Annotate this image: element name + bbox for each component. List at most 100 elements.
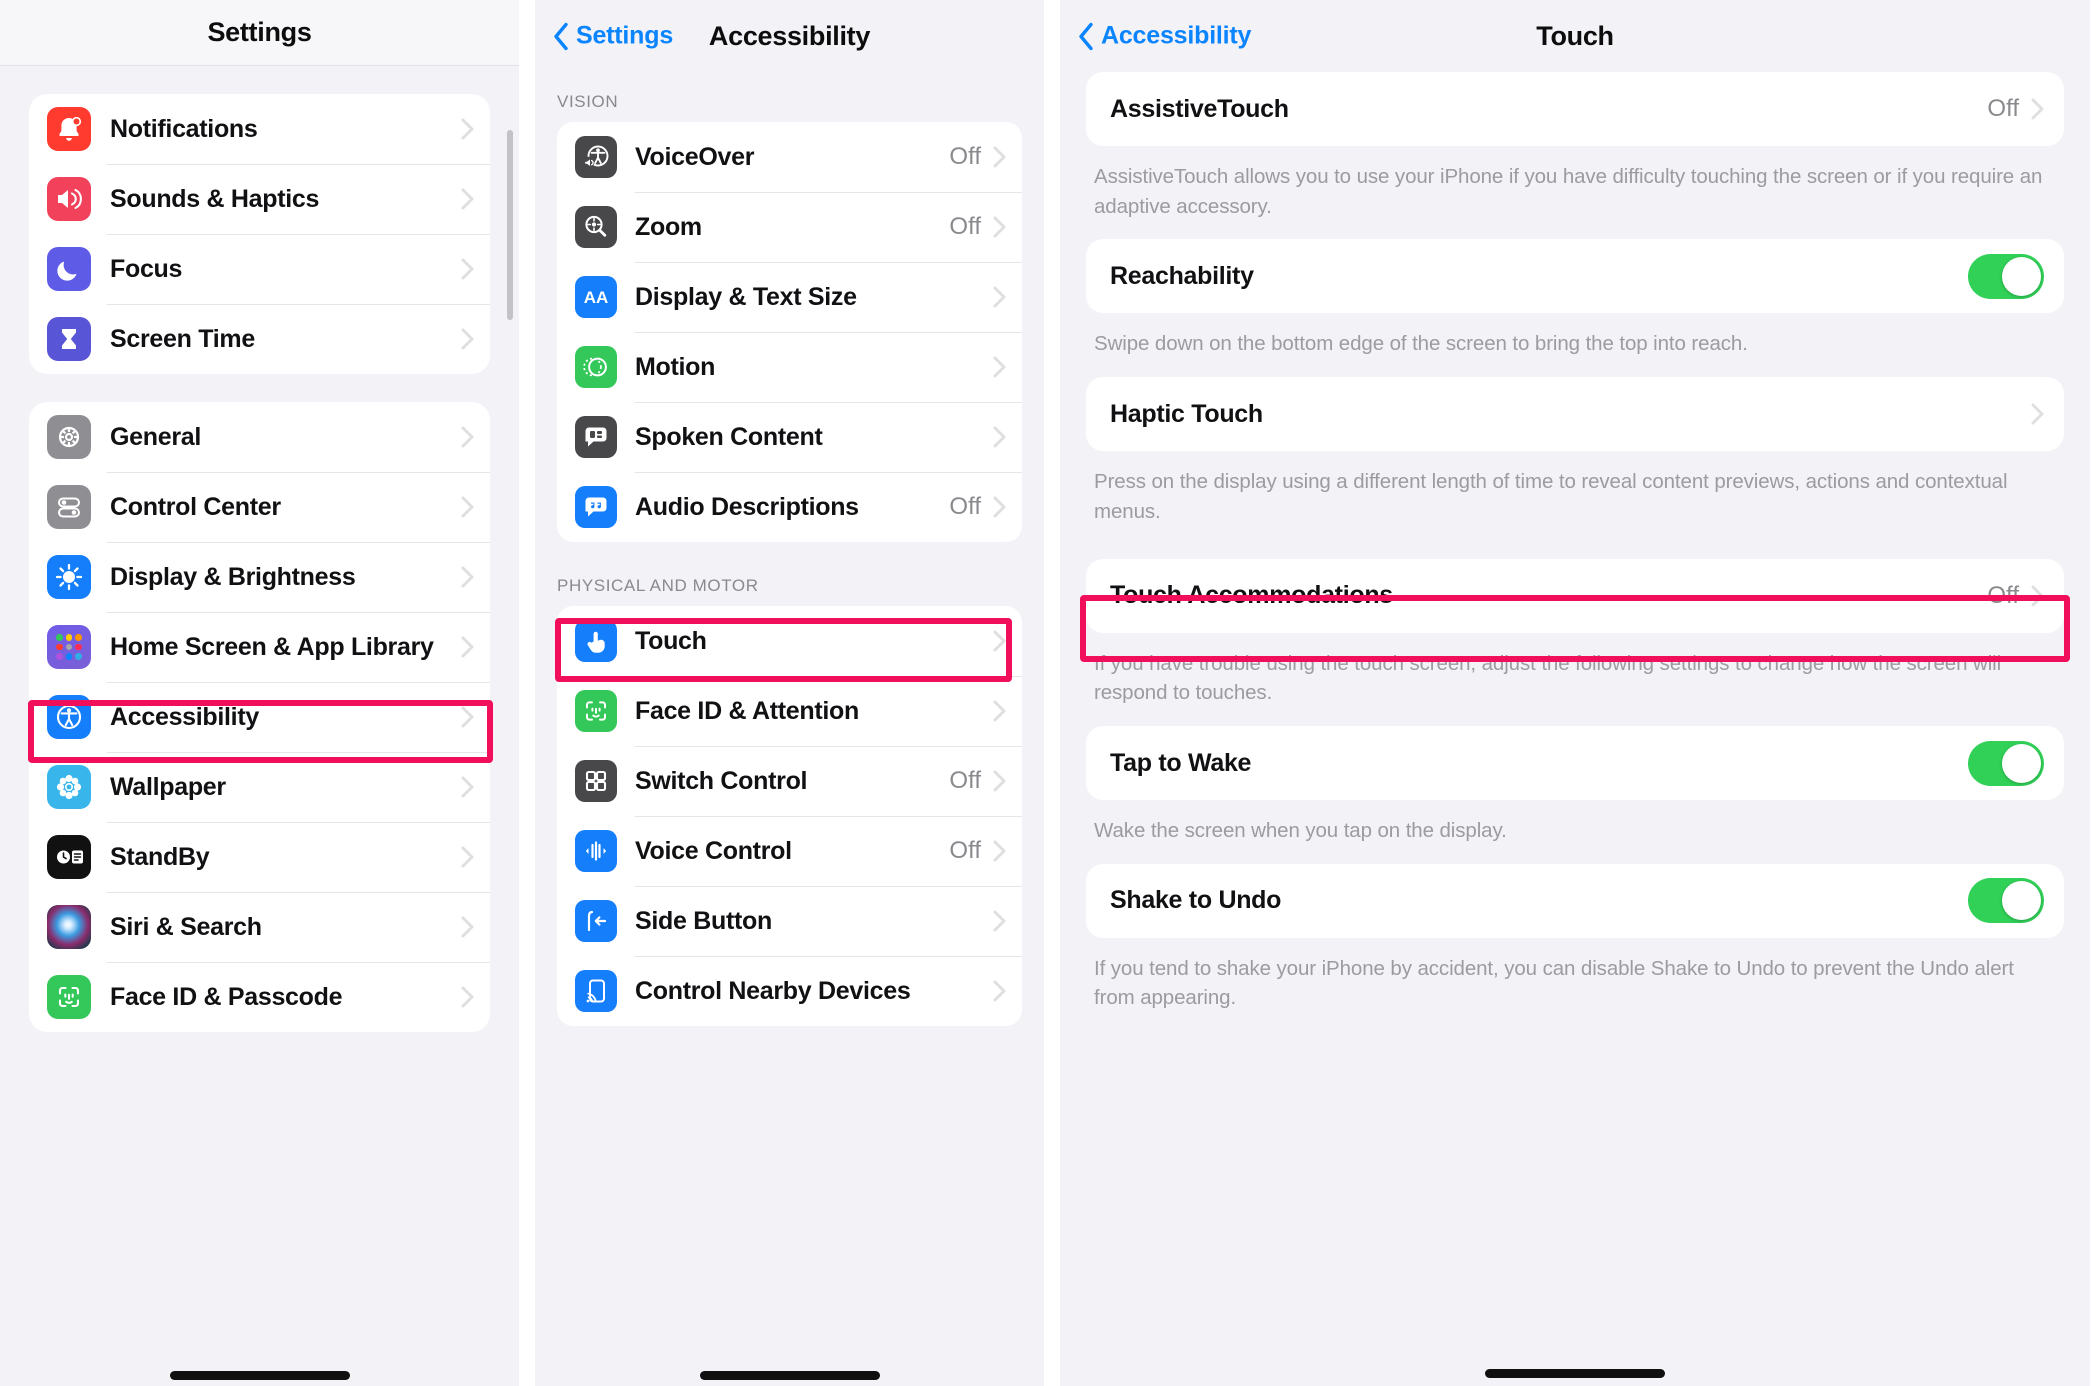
sidebar-item-accessibility[interactable]: Accessibility — [29, 682, 490, 752]
svg-text:AA: AA — [584, 288, 609, 307]
sidebar-item-label: Wallpaper — [110, 772, 226, 801]
chevron-right-icon — [461, 916, 474, 938]
list-item-label: Display & Text Size — [635, 282, 857, 311]
page-title: Touch — [1536, 20, 1614, 51]
list-item-display-text-size[interactable]: AA Display & Text Size — [557, 262, 1022, 332]
accessibility-scroll-body[interactable]: VISION VoiceOver Off Zoom Off AA Display… — [535, 72, 1044, 1386]
focus-icon — [47, 247, 91, 291]
chevron-left-icon — [1078, 22, 1094, 50]
settings-group-2: General Control Center Display & Brightn… — [29, 402, 490, 1032]
scrollbar-indicator[interactable] — [507, 130, 513, 320]
settings-scroll-body[interactable]: Notifications Sounds & Haptics Focus Scr… — [0, 66, 519, 1386]
sounds-haptics-icon — [47, 177, 91, 221]
chevron-right-icon — [461, 776, 474, 798]
section-header-vision: VISION — [557, 92, 619, 111]
sidebar-item-label: Accessibility — [110, 702, 259, 731]
list-item-voice-control[interactable]: Voice Control Off — [557, 816, 1022, 886]
chevron-right-icon — [993, 216, 1006, 238]
back-button-accessibility[interactable]: Accessibility — [1078, 22, 1251, 51]
list-item-switch-control[interactable]: Switch Control Off — [557, 746, 1022, 816]
sidebar-item-siri-search[interactable]: Siri & Search — [29, 892, 490, 962]
toggle-knob — [2002, 881, 2041, 921]
footnote-haptic-touch: Press on the display using a different l… — [1094, 470, 2008, 523]
list-item-touch-accommodations[interactable]: Touch Accommodations Off — [1086, 559, 2064, 633]
control-nearby-devices-icon — [575, 970, 617, 1012]
chevron-right-icon — [461, 496, 474, 518]
chevron-right-icon — [461, 328, 474, 350]
list-item-value: Off — [949, 143, 981, 170]
chevron-right-icon — [993, 146, 1006, 168]
list-item-voiceover[interactable]: VoiceOver Off — [557, 122, 1022, 192]
sidebar-item-display-brightness[interactable]: Display & Brightness — [29, 542, 490, 612]
three-panel-screenshot: Settings Notifications Sounds & Haptics … — [0, 0, 2098, 1386]
sidebar-item-screen-time[interactable]: Screen Time — [29, 304, 490, 374]
section-header-physical-and-motor: PHYSICAL AND MOTOR — [557, 576, 759, 595]
list-item-face-id-attention[interactable]: Face ID & Attention — [557, 676, 1022, 746]
gear-icon — [47, 415, 91, 459]
sidebar-item-wallpaper[interactable]: Wallpaper — [29, 752, 490, 822]
brightness-icon — [47, 555, 91, 599]
sidebar-item-label: Control Center — [110, 492, 281, 521]
list-item-motion[interactable]: Motion — [557, 332, 1022, 402]
reachability-group: Reachability — [1086, 239, 2064, 314]
list-item-zoom[interactable]: Zoom Off — [557, 192, 1022, 262]
sidebar-item-home-screen[interactable]: Home Screen & App Library — [29, 612, 490, 682]
sidebar-item-label: Screen Time — [110, 324, 255, 353]
list-item-label: Haptic Touch — [1110, 399, 1263, 428]
accessibility-navbar: Settings Accessibility — [535, 0, 1044, 72]
sidebar-item-standby[interactable]: StandBy — [29, 822, 490, 892]
chevron-right-icon — [993, 496, 1006, 518]
touch-scroll-body[interactable]: AssistiveTouch Off AssistiveTouch allows… — [1060, 72, 2090, 1386]
home-indicator — [699, 1371, 880, 1380]
list-item-label: VoiceOver — [635, 142, 755, 171]
tap-to-wake-toggle[interactable] — [1968, 740, 2044, 786]
sidebar-item-face-id-passcode[interactable]: Face ID & Passcode — [29, 962, 490, 1032]
footnote-assistivetouch: AssistiveTouch allows you to use your iP… — [1094, 165, 2043, 218]
tap-to-wake-group: Tap to Wake — [1086, 726, 2064, 801]
sidebar-item-notifications[interactable]: Notifications — [29, 94, 490, 164]
side-button-icon — [575, 900, 617, 942]
sidebar-item-general[interactable]: General — [29, 402, 490, 472]
sidebar-item-label: Home Screen & App Library — [110, 632, 434, 661]
back-button-settings[interactable]: Settings — [553, 22, 673, 51]
panel-touch: Accessibility Touch AssistiveTouch Off A… — [1060, 0, 2090, 1386]
list-item-tap-to-wake: Tap to Wake — [1086, 726, 2064, 800]
panel-divider-2 — [1044, 0, 1060, 1386]
sidebar-item-label: Siri & Search — [110, 912, 262, 941]
shake-to-undo-toggle[interactable] — [1968, 878, 2044, 924]
chevron-right-icon — [993, 910, 1006, 932]
list-item-spoken-content[interactable]: Spoken Content — [557, 402, 1022, 472]
back-button-label: Accessibility — [1101, 21, 1252, 50]
list-item-label: Side Button — [635, 906, 772, 935]
sidebar-item-sounds-haptics[interactable]: Sounds & Haptics — [29, 164, 490, 234]
list-item-label: Motion — [635, 352, 716, 381]
spoken-content-icon — [575, 416, 617, 458]
list-item-touch[interactable]: Touch — [557, 606, 1022, 676]
reachability-toggle[interactable] — [1968, 253, 2044, 299]
chevron-right-icon — [461, 636, 474, 658]
sidebar-item-label: StandBy — [110, 842, 210, 871]
settings-group-1: Notifications Sounds & Haptics Focus Scr… — [29, 94, 490, 374]
touch-icon — [575, 620, 617, 662]
sidebar-item-label: Notifications — [110, 114, 258, 143]
chevron-right-icon — [993, 770, 1006, 792]
touch-accommodations-group: Touch Accommodations Off — [1086, 558, 2064, 633]
list-item-assistivetouch[interactable]: AssistiveTouch Off — [1086, 72, 2064, 146]
standby-icon — [47, 835, 91, 879]
notifications-icon — [47, 107, 91, 151]
page-title: Settings — [207, 17, 312, 47]
footnote-shake-to-undo: If you tend to shake your iPhone by acci… — [1094, 956, 2014, 1010]
list-item-audio-descriptions[interactable]: Audio Descriptions Off — [557, 472, 1022, 542]
list-item-value: Off — [949, 493, 981, 520]
list-item-haptic-touch[interactable]: Haptic Touch — [1086, 377, 2064, 451]
list-item-label: Face ID & Attention — [635, 696, 859, 725]
sidebar-item-focus[interactable]: Focus — [29, 234, 490, 304]
list-item-value: Off — [949, 767, 981, 794]
chevron-right-icon — [2031, 403, 2044, 425]
list-item-control-nearby-devices[interactable]: Control Nearby Devices — [557, 956, 1022, 1026]
list-item-side-button[interactable]: Side Button — [557, 886, 1022, 956]
list-item-label: Reachability — [1110, 261, 1254, 290]
sidebar-item-control-center[interactable]: Control Center — [29, 472, 490, 542]
